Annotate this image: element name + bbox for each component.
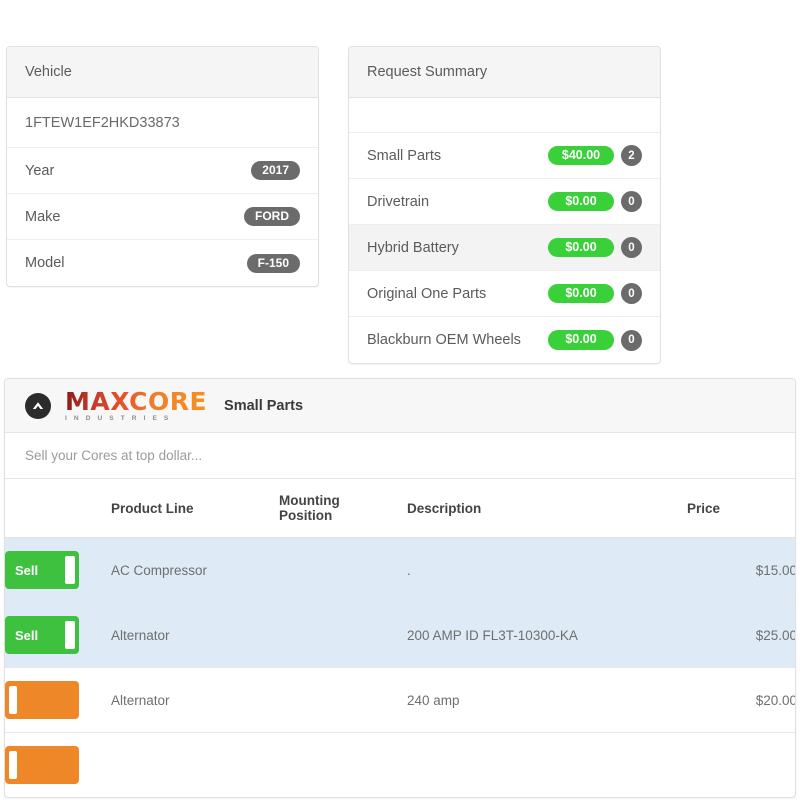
summary-row-drivetrain[interactable]: Drivetrain $0.00 0 xyxy=(349,179,660,225)
summary-row-original-one-parts[interactable]: Original One Parts $0.00 0 xyxy=(349,271,660,317)
table-row[interactable]: Sell Alternator 200 AMP ID FL3T-10300-KA… xyxy=(5,602,795,668)
row-product-line: Alternator xyxy=(111,667,279,733)
summary-amount-badge: $0.00 xyxy=(548,237,614,258)
vehicle-make-badge: FORD xyxy=(244,207,300,226)
small-parts-panel: MAXCORE INDUSTRIES Small Parts Sell your… xyxy=(4,378,796,798)
sell-button[interactable]: Sell xyxy=(5,616,79,654)
row-product-line xyxy=(111,732,279,797)
summary-label: Small Parts xyxy=(367,147,442,164)
button-strip xyxy=(9,686,17,714)
row-price: $15.00 xyxy=(687,537,795,603)
chevron-up-icon xyxy=(25,392,51,419)
summary-count-badge: 2 xyxy=(621,145,642,166)
summary-amount-badge: $40.00 xyxy=(548,145,614,166)
pending-button[interactable] xyxy=(5,681,79,719)
summary-row-hybrid-battery[interactable]: Hybrid Battery $0.00 0 xyxy=(349,225,660,271)
button-strip xyxy=(65,556,75,584)
logo-wordmark: MAXCORE xyxy=(65,386,208,416)
summary-row-blackburn-oem-wheels[interactable]: Blackburn OEM Wheels $0.00 0 xyxy=(349,317,660,363)
row-action-cell xyxy=(5,732,111,797)
table-row[interactable]: Sell AC Compressor . $15.00 xyxy=(5,537,795,603)
column-header-product-line: Product Line xyxy=(111,479,279,538)
vehicle-year-row: Year 2017 xyxy=(7,148,318,194)
row-action-cell xyxy=(5,667,111,733)
panel-title: Small Parts xyxy=(224,397,304,414)
vehicle-year-label: Year xyxy=(25,162,55,179)
parts-table: Product Line Mounting Position Descripti… xyxy=(5,479,795,797)
vehicle-card: Vehicle 1FTEW1EF2HKD33873 Year 2017 Make… xyxy=(6,46,319,287)
summary-amount-badge: $0.00 xyxy=(548,283,614,304)
request-summary-title: Request Summary xyxy=(349,47,660,98)
row-mounting-position xyxy=(279,537,407,603)
summary-count-badge: 0 xyxy=(621,191,642,212)
summary-row-small-parts[interactable]: Small Parts $40.00 2 xyxy=(349,133,660,179)
vehicle-vin-value: 1FTEW1EF2HKD33873 xyxy=(25,114,180,131)
vehicle-card-title: Vehicle xyxy=(7,47,318,98)
summary-label: Hybrid Battery xyxy=(367,239,459,256)
summary-label: Drivetrain xyxy=(367,193,430,210)
summary-count-badge: 0 xyxy=(621,237,642,258)
column-header-action xyxy=(5,479,111,538)
row-description: . xyxy=(407,537,687,603)
parts-table-header-row: Product Line Mounting Position Descripti… xyxy=(5,479,795,538)
summary-amount-badge: $0.00 xyxy=(548,191,614,212)
vehicle-vin-row: 1FTEW1EF2HKD33873 xyxy=(7,98,318,148)
row-price xyxy=(687,732,795,797)
row-action-cell: Sell xyxy=(5,537,111,603)
button-strip xyxy=(65,621,75,649)
vehicle-model-row: Model F-150 xyxy=(7,240,318,286)
column-header-mounting-position: Mounting Position xyxy=(279,479,407,538)
row-description: 200 AMP ID FL3T-10300-KA xyxy=(407,602,687,668)
panel-tagline: Sell your Cores at top dollar... xyxy=(5,433,795,479)
summary-count-badge: 0 xyxy=(621,283,642,304)
request-summary-blank-row xyxy=(349,98,660,133)
maxcore-logo: MAXCORE INDUSTRIES xyxy=(65,389,207,423)
row-product-line: AC Compressor xyxy=(111,537,279,603)
row-price: $25.00 xyxy=(687,602,795,668)
row-mounting-position xyxy=(279,732,407,797)
row-mounting-position xyxy=(279,602,407,668)
button-strip xyxy=(9,751,17,779)
table-row[interactable] xyxy=(5,732,795,797)
vehicle-year-badge: 2017 xyxy=(251,161,300,180)
vehicle-model-label: Model xyxy=(25,255,65,271)
request-summary-card: Request Summary Small Parts $40.00 2 Dri… xyxy=(348,46,661,364)
row-action-cell: Sell xyxy=(5,602,111,668)
sell-button-label: Sell xyxy=(15,627,39,643)
column-header-price: Price xyxy=(687,479,795,538)
pending-button[interactable] xyxy=(5,746,79,784)
app-page: Vehicle 1FTEW1EF2HKD33873 Year 2017 Make… xyxy=(0,0,800,800)
row-description xyxy=(407,732,687,797)
summary-count-badge: 0 xyxy=(621,329,642,351)
vehicle-model-badge: F-150 xyxy=(246,253,300,273)
summary-label: Blackburn OEM Wheels xyxy=(367,332,521,348)
vehicle-make-row: Make FORD xyxy=(7,194,318,240)
summary-amount-badge: $0.00 xyxy=(548,330,614,350)
row-price: $20.00 xyxy=(687,667,795,733)
sell-button-label: Sell xyxy=(15,562,39,578)
row-product-line: Alternator xyxy=(111,602,279,668)
vehicle-make-label: Make xyxy=(25,208,61,225)
table-row[interactable]: Alternator 240 amp $20.00 xyxy=(5,667,795,733)
column-header-description: Description xyxy=(407,479,687,538)
summary-label: Original One Parts xyxy=(367,285,487,302)
row-mounting-position xyxy=(279,667,407,733)
panel-header: MAXCORE INDUSTRIES Small Parts xyxy=(5,379,795,433)
sell-button[interactable]: Sell xyxy=(5,551,79,589)
mounting-line-2: Position xyxy=(279,508,333,523)
row-description: 240 amp xyxy=(407,667,687,733)
mounting-line-1: Mounting xyxy=(279,493,340,508)
logo-subtext: INDUSTRIES xyxy=(65,414,176,422)
